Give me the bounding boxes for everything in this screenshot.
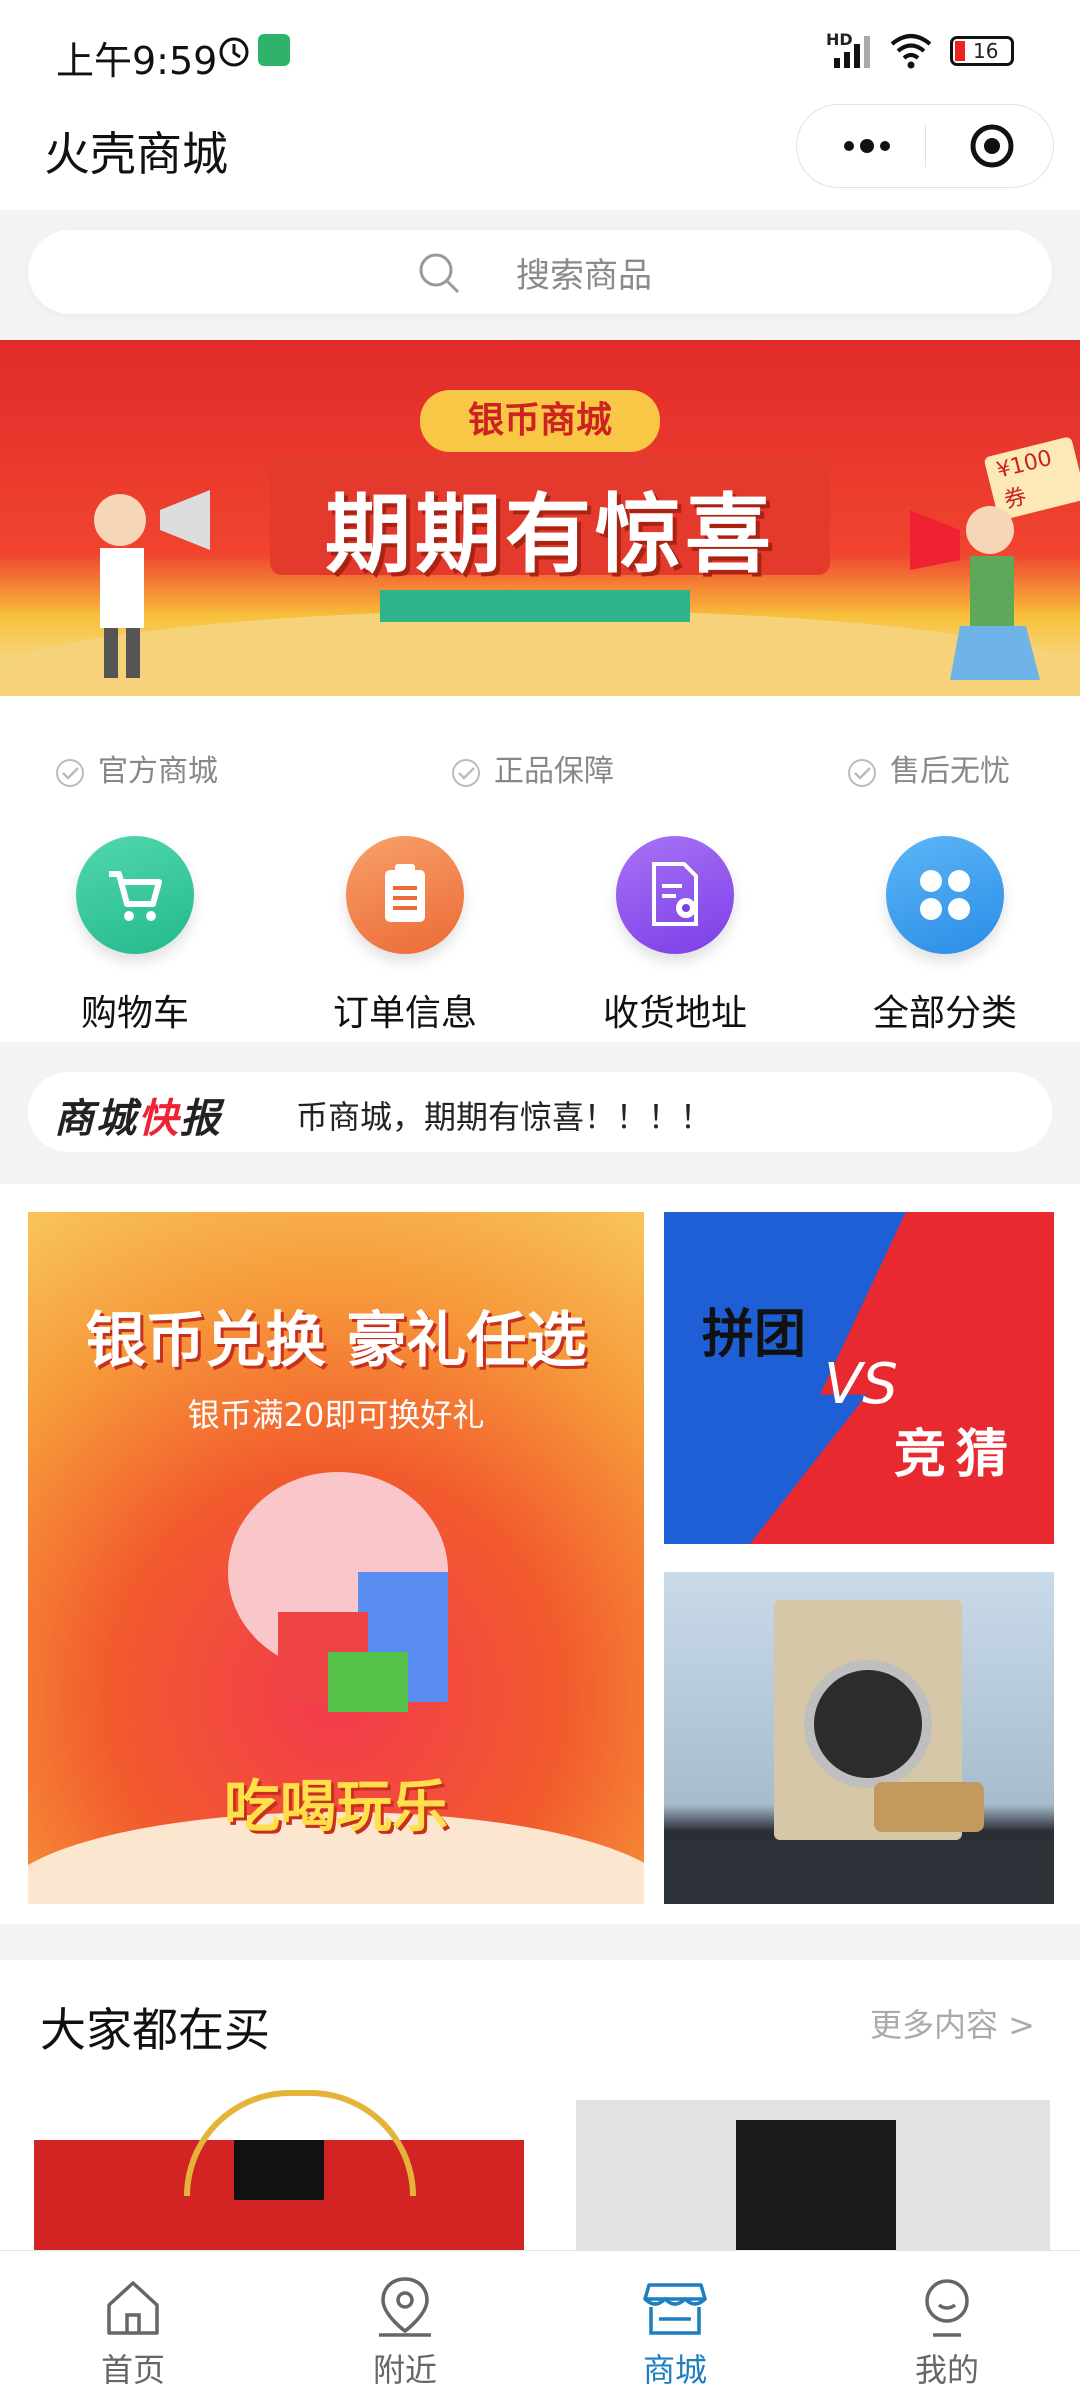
megaphone-woman-illustration [910, 506, 1040, 680]
grid-icon [886, 836, 1004, 954]
clipboard-icon [346, 836, 464, 954]
app-notification-icon [258, 34, 290, 66]
feature-icons-strip [664, 1840, 1054, 1904]
search-input[interactable]: 搜索商品 [28, 230, 1052, 314]
tab-profile[interactable]: 我的 [857, 2275, 1037, 2391]
popular-section: 大家都在买 更多内容 > [0, 1960, 1080, 2260]
feature-authentic: 正品保障 [450, 746, 614, 790]
tab-label: 商城 [642, 2351, 707, 2389]
washer-door [804, 1660, 932, 1788]
banner-stripe [380, 590, 690, 622]
alarm-icon [219, 37, 249, 67]
promo-washer-card[interactable] [664, 1572, 1054, 1904]
app-header: 火壳商城 [0, 100, 1080, 210]
news-text: 币商城，期期有惊喜！！！！ [296, 1098, 713, 1136]
home-icon [107, 2281, 159, 2335]
laundry-basket [874, 1782, 984, 1832]
quick-entry-label: 购物车 [80, 993, 189, 1034]
features-section: 官方商城 正品保障 售后无忧 购物车 订单信息 收货地址 全部分类 [0, 696, 1080, 1042]
banner-tag: 银币商城 [420, 390, 660, 452]
location-icon [379, 2277, 431, 2337]
signal-icon [834, 36, 870, 68]
promo-guess-label: 竞猜 [894, 1425, 1019, 1485]
address-icon [616, 836, 734, 954]
quick-entry-label: 收货地址 [602, 993, 747, 1034]
battery-icon: 16 [950, 36, 1014, 66]
tab-nearby[interactable]: 附近 [315, 2275, 495, 2391]
tab-label: 我的 [914, 2351, 979, 2389]
store-icon [643, 2283, 707, 2335]
tab-home[interactable]: 首页 [43, 2275, 223, 2391]
gift-box [328, 1652, 408, 1712]
tab-label: 首页 [100, 2351, 165, 2389]
promo-grid: 银币兑换 豪礼任选 银币满20即可换好礼 吃喝玩乐 拼团 VS 竞猜 [0, 1184, 1080, 1924]
quick-entry-address[interactable]: 收货地址 [565, 836, 785, 1036]
megaphone-man-illustration [94, 490, 210, 678]
more-icon[interactable] [837, 125, 897, 167]
bottom-tabbar: 首页 附近 商城 我的 [0, 2250, 1080, 2401]
page-title: 火壳商城 [44, 127, 228, 181]
feature-official: 官方商城 [54, 746, 218, 790]
quick-entry-orders[interactable]: 订单信息 [295, 836, 515, 1036]
feature-label: 售后无忧 [890, 754, 1010, 789]
more-link[interactable]: 更多内容 > [870, 2000, 1035, 2046]
promo-banner[interactable]: 银币商城 期期有惊喜 ¥100券 [0, 340, 1080, 696]
banner-title: 期期有惊喜 [325, 485, 775, 585]
profile-icon [925, 2279, 969, 2337]
gift-bag-label [234, 2140, 324, 2200]
search-placeholder: 搜索商品 [516, 256, 652, 296]
quick-entry-label: 订单信息 [332, 993, 477, 1034]
promo-exchange-slogan: 吃喝玩乐 [224, 1775, 448, 1840]
close-miniprogram-icon[interactable] [969, 123, 1015, 169]
promo-exchange-card[interactable]: 银币兑换 豪礼任选 银币满20即可换好礼 吃喝玩乐 [28, 1212, 644, 1904]
tab-store[interactable]: 商城 [585, 2275, 765, 2391]
feature-aftersales: 售后无忧 [846, 746, 1010, 790]
promo-group-label: 拼团 [702, 1305, 807, 1365]
battery-level: 16 [973, 39, 999, 63]
check-icon [56, 758, 84, 787]
cart-icon [76, 836, 194, 954]
product-card[interactable] [34, 2090, 534, 2260]
promo-group-vs-guess-card[interactable]: 拼团 VS 竞猜 [664, 1212, 1054, 1544]
feature-label: 正品保障 [494, 754, 614, 789]
quick-entry-cart[interactable]: 购物车 [25, 836, 245, 1036]
status-time: 上午9:59 [56, 39, 218, 83]
check-icon [848, 758, 876, 787]
miniprogram-capsule [796, 104, 1054, 188]
check-icon [452, 758, 480, 787]
product-pack-image [736, 2120, 896, 2260]
news-logo: 商城快报 [54, 1086, 222, 1144]
news-logo-prefix: 商城 [54, 1096, 138, 1142]
product-card[interactable] [576, 2100, 1050, 2260]
status-bar: 上午9:59 HD 16 [0, 0, 1080, 100]
promo-vs-label: VS [824, 1352, 898, 1417]
search-icon [419, 253, 460, 294]
section-title: 大家都在买 [40, 2003, 270, 2057]
promo-exchange-title: 银币兑换 豪礼任选 [85, 1306, 587, 1376]
news-logo-suffix: 报 [180, 1096, 222, 1142]
news-ticker[interactable]: 商城快报 币商城，期期有惊喜！！！！ [28, 1072, 1052, 1152]
wifi-icon [890, 34, 932, 69]
news-logo-highlight: 快 [138, 1096, 180, 1142]
quick-entry-categories[interactable]: 全部分类 [835, 836, 1055, 1036]
promo-exchange-subtitle: 银币满20即可换好礼 [187, 1396, 485, 1434]
feature-label: 官方商城 [98, 754, 218, 789]
capsule-divider [925, 125, 926, 167]
quick-entry-label: 全部分类 [872, 993, 1017, 1034]
tab-label: 附近 [372, 2351, 437, 2389]
